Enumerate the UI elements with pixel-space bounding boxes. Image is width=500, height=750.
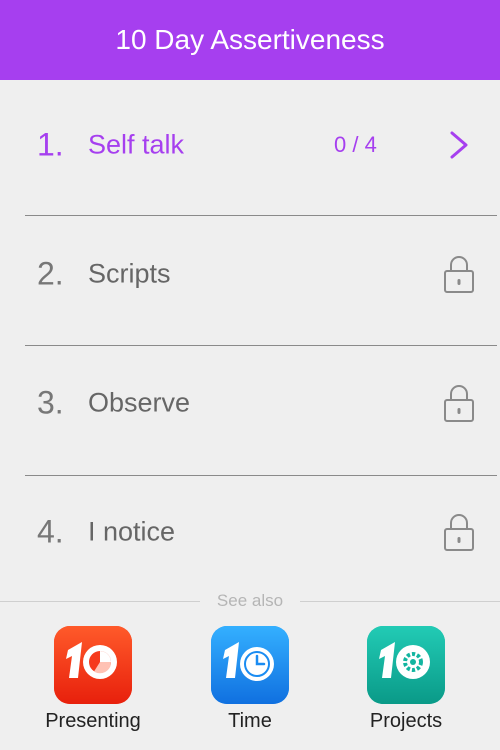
projects-app-icon[interactable] [367, 626, 445, 704]
see-also-section: See also [0, 590, 500, 612]
app-name: Projects [369, 710, 443, 732]
presenting-app-icon[interactable] [54, 626, 132, 704]
app-name: Presenting [45, 710, 141, 732]
app-link-projects[interactable]: Projects [331, 626, 481, 733]
step-label: I notice [88, 516, 176, 546]
app-name: Time [228, 710, 272, 732]
step-item-i-notice[interactable]: 4. I notice [0, 467, 500, 596]
see-also-heading-wrap: See also [0, 590, 500, 612]
step-item-observe[interactable]: 3. Observe [0, 338, 500, 467]
step-progress: 0 / 4 [334, 131, 377, 157]
step-item-scripts[interactable]: 2. Scripts [0, 209, 500, 338]
step-number: 3. [37, 384, 64, 420]
app-header: 10 Day Assertiveness [0, 0, 500, 80]
step-label: Scripts [88, 258, 171, 288]
step-label: Self talk [88, 129, 185, 159]
chevron-right-icon [450, 131, 468, 158]
lock-icon [444, 255, 474, 293]
step-item-self-talk[interactable]: 1. Self talk 0 / 4 [0, 80, 500, 209]
step-number: 1. [37, 126, 64, 162]
step-number: 2. [37, 255, 64, 291]
app-link-time[interactable]: Time [175, 626, 325, 733]
app-link-presenting[interactable]: Presenting [18, 626, 168, 733]
step-label: Observe [88, 387, 191, 417]
lock-icon [444, 384, 474, 422]
step-list: 1. Self talk 0 / 4 2. Scripts 3. Observe… [0, 80, 500, 596]
step-number: 4. [37, 513, 64, 549]
see-also-heading: See also [204, 591, 296, 610]
see-also-apps: Presenting Time Projects [0, 626, 500, 750]
time-app-icon[interactable] [211, 626, 289, 704]
page-title: 10 Day Assertiveness [115, 24, 385, 55]
lock-icon [444, 513, 474, 551]
